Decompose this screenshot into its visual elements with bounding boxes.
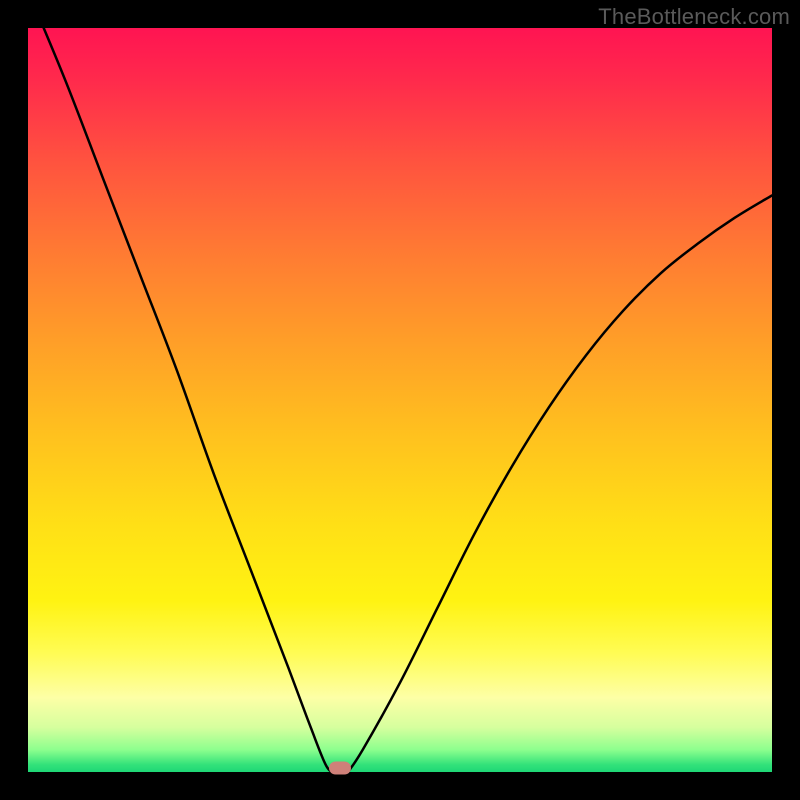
chart-frame: TheBottleneck.com (0, 0, 800, 800)
watermark-text: TheBottleneck.com (598, 4, 790, 30)
bottleneck-curve (28, 28, 772, 772)
plot-area (28, 28, 772, 772)
minimum-marker (329, 762, 351, 775)
